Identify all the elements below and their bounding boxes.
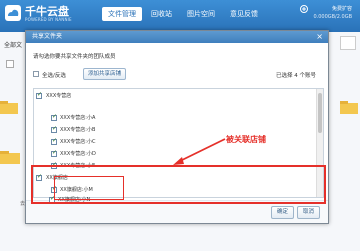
- storage-info: 免费扩容 0.000GB/2.0GB: [313, 5, 352, 20]
- annotation-arrow-icon: [173, 138, 226, 165]
- tree-member-row[interactable]: XXX专营店:小B: [34, 125, 314, 135]
- bg-toolbar-button[interactable]: [340, 36, 356, 50]
- close-icon[interactable]: ×: [316, 31, 323, 43]
- tree-group-row[interactable]: ◢ XXX专营店: [34, 91, 314, 101]
- tree-label: XXX专营店:小D: [60, 151, 96, 157]
- ok-button[interactable]: 确定: [270, 206, 294, 219]
- tab-file-manage[interactable]: 文件管理: [102, 7, 142, 21]
- tree-checkbox[interactable]: [51, 137, 57, 145]
- dialog-instruction: 请勾选你要共享文件夹的团队成员: [33, 54, 116, 60]
- tree-label: XXX专营店:小A: [60, 115, 96, 121]
- cancel-button[interactable]: 取消: [296, 206, 320, 219]
- dialog-title: 共享文件夹: [32, 33, 63, 40]
- bg-folder-icon: [0, 101, 18, 114]
- cloud-logo-icon: [5, 5, 21, 21]
- tab-feedback[interactable]: 意见反馈: [224, 7, 264, 21]
- add-shared-shop-button[interactable]: 添加共享店铺: [83, 68, 127, 80]
- dialog-titlebar: 共享文件夹 ×: [26, 31, 328, 43]
- app-logo-subtitle: POWERED BY NANNIE: [25, 17, 72, 22]
- storage-usage: 0.000GB/2.0GB: [313, 14, 352, 20]
- tree-label: XXX专营店: [46, 93, 72, 99]
- app-header: 千牛云盘 POWERED BY NANNIE 文件管理 回收站 图片空间 意见反…: [0, 0, 360, 32]
- selected-count: 已选择 4 个账号: [276, 73, 316, 79]
- tree-checkbox[interactable]: [51, 113, 57, 121]
- tab-recycle-bin[interactable]: 回收站: [145, 7, 178, 21]
- annotation-text: 被关联店铺: [226, 135, 266, 144]
- tree-label: XXX专营店:小B: [60, 127, 96, 133]
- bg-all-files-label: 全部文: [4, 42, 23, 49]
- tree-checkbox[interactable]: [36, 91, 42, 99]
- bg-folder-icon-2: [0, 151, 20, 164]
- expand-storage-icon[interactable]: [300, 5, 308, 13]
- tree-label: XXX专营店:小C: [60, 139, 96, 145]
- highlight-inner-box: [54, 176, 124, 200]
- tree-checkbox[interactable]: [51, 149, 57, 157]
- expand-storage-link[interactable]: 免费扩容: [313, 5, 352, 12]
- tab-image-space[interactable]: 图片空间: [181, 7, 221, 21]
- dialog-toolbar: 全选/反选 添加共享店铺 已选择 4 个账号: [33, 68, 322, 80]
- select-all-checkbox[interactable]: [33, 71, 39, 77]
- bg-checkbox[interactable]: [6, 60, 14, 68]
- select-all-label[interactable]: 全选/反选: [42, 71, 66, 79]
- tree-checkbox[interactable]: [51, 125, 57, 133]
- bg-folder-icon-3: [340, 101, 358, 114]
- tree-member-row[interactable]: XXX专营店:小A: [34, 113, 314, 123]
- main-nav: 文件管理 回收站 图片空间 意见反馈: [102, 7, 267, 21]
- scrollbar-thumb[interactable]: [318, 93, 322, 133]
